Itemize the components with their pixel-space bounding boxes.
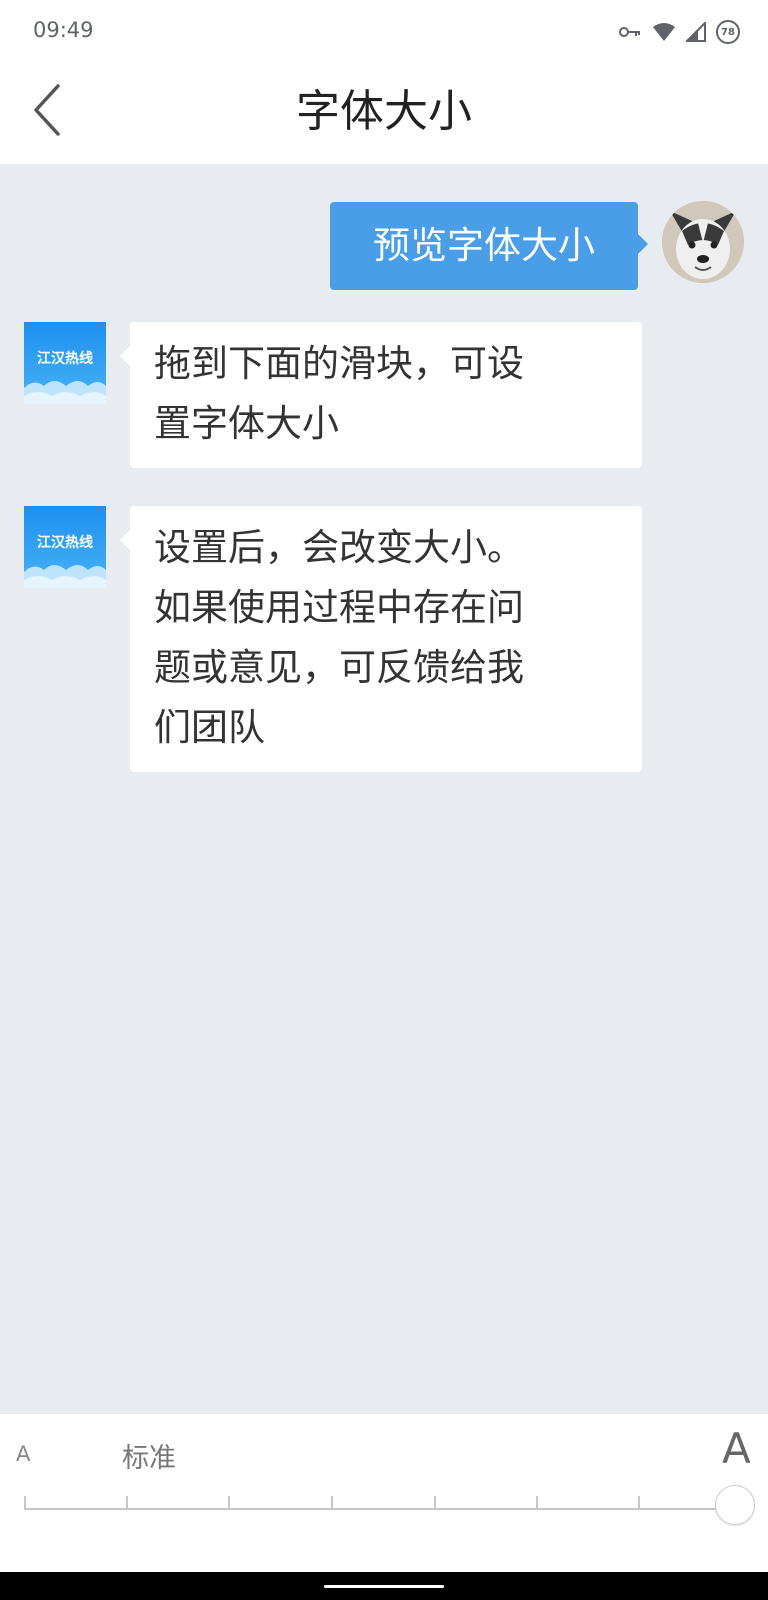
slider-tick[interactable] [331, 1496, 333, 1510]
slider-tick[interactable] [434, 1496, 436, 1510]
vpn-key-icon [618, 25, 642, 39]
message-line: 设置后，会改变大小。 [154, 526, 524, 569]
battery-icon: 78 [716, 20, 740, 44]
slider-tick[interactable] [126, 1496, 128, 1510]
system-nav-bar [0, 1572, 768, 1600]
cell-signal-icon [686, 22, 706, 42]
user-avatar[interactable] [662, 201, 744, 283]
status-time: 09:49 [33, 18, 94, 42]
slider-tick[interactable] [24, 1496, 26, 1510]
status-icons: 78 [618, 18, 740, 46]
chat-preview: 预览字体大小 江汉热线 拖到下面的滑块，可设 置字体大小 江汉热线 设置后，会改… [0, 164, 768, 1414]
slider-tick[interactable] [536, 1496, 538, 1510]
bot-avatar[interactable]: 江汉热线 [24, 506, 106, 588]
font-size-slider-track[interactable] [24, 1508, 736, 1510]
user-message-text: 预览字体大小 [373, 224, 595, 267]
font-large-label: A [722, 1424, 751, 1473]
bot-message-bubble: 拖到下面的滑块，可设 置字体大小 [120, 322, 642, 468]
bot-message-bubble: 设置后，会改变大小。 如果使用过程中存在问 题或意见，可反馈给我 们团队 [120, 506, 642, 772]
message-line: 如果使用过程中存在问 [154, 586, 524, 629]
font-size-slider-thumb[interactable] [715, 1485, 755, 1525]
font-standard-label: 标准 [122, 1443, 176, 1474]
slider-tick[interactable] [638, 1496, 640, 1510]
message-line: 拖到下面的滑块，可设 [154, 342, 524, 385]
wifi-icon [652, 22, 676, 42]
bot-avatar[interactable]: 江汉热线 [24, 322, 106, 404]
bot-logo-text: 江汉热线 [37, 535, 93, 551]
user-message-bubble: 预览字体大小 [330, 202, 648, 290]
page-title: 字体大小 [296, 86, 472, 137]
font-small-label: A [16, 1442, 31, 1466]
battery-level: 78 [721, 26, 735, 38]
status-bar: 09:49 78 [0, 0, 768, 62]
font-size-panel: A 标准 A [0, 1414, 768, 1572]
home-indicator[interactable] [324, 1585, 444, 1588]
header: 字体大小 [0, 62, 768, 164]
bot-logo-text: 江汉热线 [37, 351, 93, 367]
husky-avatar-image [662, 201, 744, 283]
slider-tick[interactable] [228, 1496, 230, 1510]
message-line: 们团队 [154, 706, 265, 749]
message-line: 题或意见，可反馈给我 [154, 646, 524, 689]
message-line: 置字体大小 [154, 402, 339, 445]
